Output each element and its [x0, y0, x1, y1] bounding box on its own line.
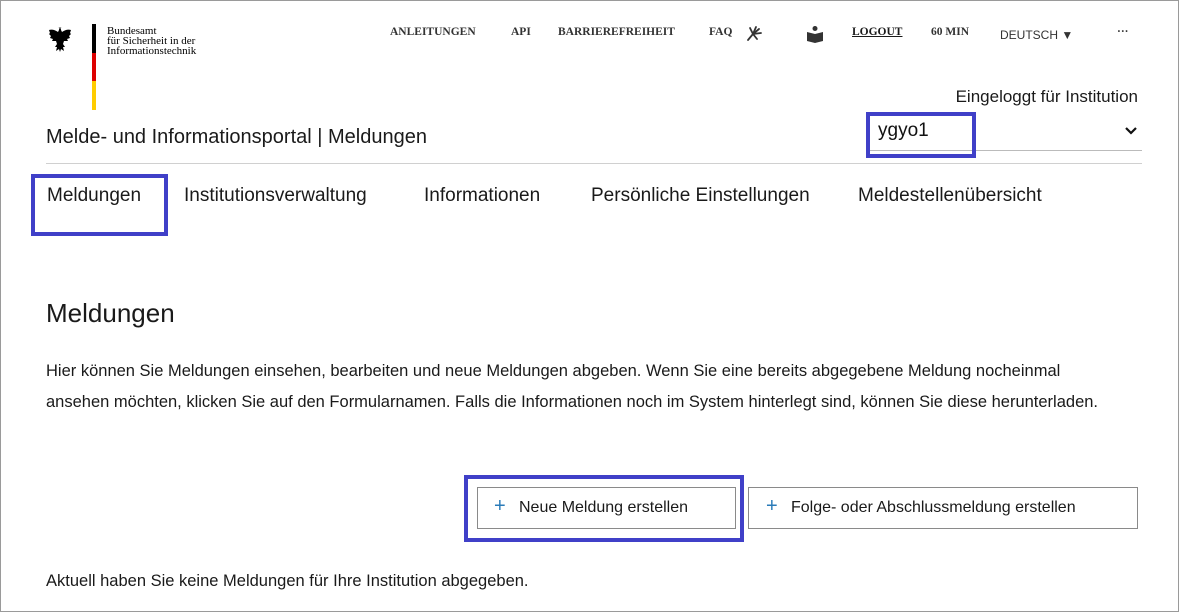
topnav-anleitungen[interactable]: ANLEITUNGEN [390, 26, 476, 38]
flag-black [92, 24, 96, 53]
followup-report-button[interactable]: + Folge- oder Abschlussmeldung erstellen [748, 487, 1138, 529]
easy-language-icon[interactable] [806, 25, 824, 43]
highlight-tab-meldungen [31, 174, 168, 236]
topnav-faq[interactable]: FAQ [709, 26, 732, 38]
followup-report-button-label: Folge- oder Abschlussmeldung erstellen [791, 499, 1076, 516]
tab-institutionsverwaltung[interactable]: Institutionsverwaltung [184, 185, 367, 207]
session-timer: 60 MIN [931, 26, 970, 38]
plus-icon: + [766, 495, 778, 517]
topnav-barrierefreiheit[interactable]: BARRIEREFREIHEIT [558, 26, 675, 38]
sign-language-icon[interactable] [745, 25, 763, 43]
topnav-api[interactable]: API [511, 26, 531, 38]
tab-persoenliche-einstellungen[interactable]: Persönliche Einstellungen [591, 185, 810, 207]
more-menu-button[interactable]: ··· [1117, 26, 1129, 38]
section-description: Hier können Sie Meldungen einsehen, bear… [46, 362, 1099, 411]
section-heading: Meldungen [46, 298, 175, 328]
federal-eagle-icon [49, 27, 71, 52]
tab-informationen[interactable]: Informationen [424, 185, 540, 207]
agency-line: Informationstechnik [107, 45, 197, 57]
header-divider [46, 163, 1142, 164]
flag-red [92, 52, 96, 82]
highlight-institution [866, 112, 976, 158]
chevron-down-icon [1125, 127, 1137, 135]
german-flag-stripe [92, 24, 96, 110]
highlight-new-report [464, 475, 744, 542]
flag-gold [92, 81, 96, 110]
empty-state-message: Aktuell haben Sie keine Meldungen für Ih… [46, 572, 529, 590]
institution-label: Eingeloggt für Institution [955, 87, 1138, 106]
page-title: Melde- und Informationsportal | Meldunge… [46, 126, 427, 148]
language-selector[interactable]: DEUTSCH ▼ [1000, 28, 1073, 42]
logout-link[interactable]: LOGOUT [852, 26, 902, 38]
tab-meldestellenuebersicht[interactable]: Meldestellenübersicht [858, 185, 1042, 207]
agency-name[interactable]: Bundesamt für Sicherheit in der Informat… [107, 26, 197, 57]
